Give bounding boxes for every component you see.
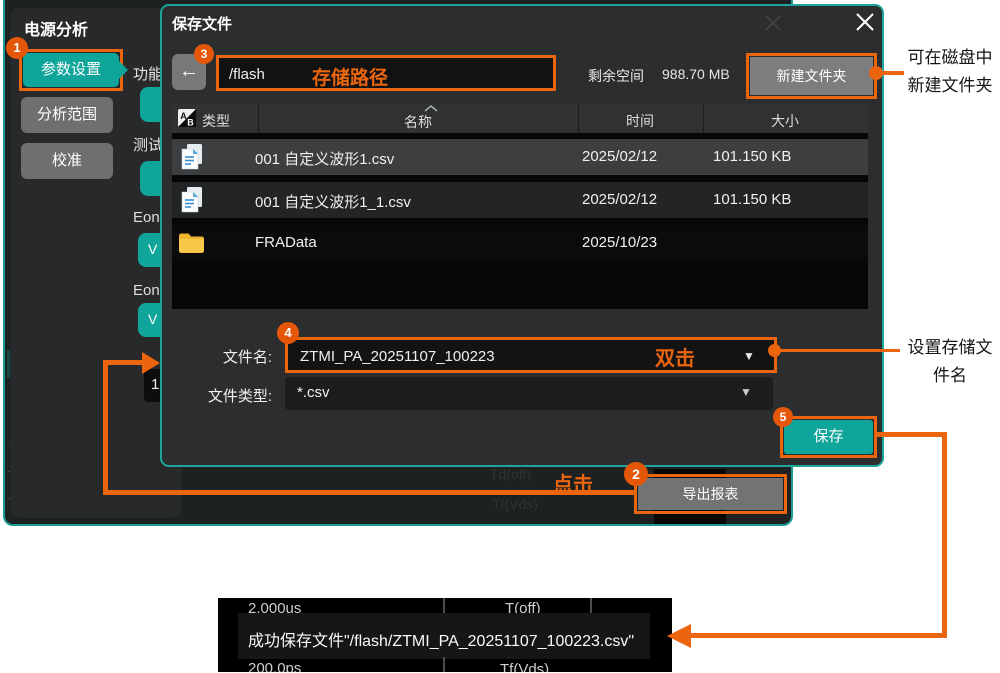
new-folder-note-line2: 新建文件夹: [900, 72, 1000, 100]
analysis-range-button[interactable]: 分析范围: [21, 97, 113, 133]
step-badge-3: 3: [194, 44, 214, 64]
path-value: /flash: [229, 66, 265, 83]
new-folder-label: 新建文件夹: [777, 68, 847, 84]
filename-label: 文件名:: [190, 346, 272, 367]
calibration-label: 校准: [52, 152, 82, 169]
background-threshold-value: 1: [151, 376, 159, 393]
connector-save-bottom: [690, 633, 947, 638]
filename-note-line1: 设置存储文: [898, 334, 1000, 362]
calibration-button[interactable]: 校准: [21, 143, 113, 179]
filename-field[interactable]: ZTMI_PA_20251107_100223 ▼: [285, 337, 777, 373]
file-time: 2025/10/23: [582, 234, 657, 251]
file-name: FRAData: [255, 234, 317, 251]
connector-save-vertical: [942, 432, 947, 636]
file-size: 101.150 KB: [713, 191, 791, 208]
dropdown-icon[interactable]: ▼: [743, 349, 755, 363]
file-time: 2025/02/12: [582, 148, 657, 165]
panel-title: 电源分析: [24, 16, 88, 40]
step-badge-5: 5: [773, 407, 793, 427]
table-row[interactable]: 001 自定义波形1_1.csv 2025/02/12 101.150 KB: [172, 182, 868, 218]
new-folder-note: 可在磁盘中 新建文件夹: [900, 44, 1000, 100]
dropdown-icon[interactable]: ▼: [740, 385, 752, 399]
background-pill-value: V: [148, 241, 157, 257]
filetype-value: *.csv: [297, 384, 330, 401]
header-time[interactable]: 时间: [626, 111, 654, 131]
toast-partial-bottom-right: Tf(Vds): [500, 661, 549, 672]
param-settings-button[interactable]: 参数设置: [23, 53, 119, 87]
background-row-label: Td(off): [490, 466, 531, 482]
save-button[interactable]: 保存: [784, 420, 873, 454]
table-row[interactable]: 001 自定义波形1.csv 2025/02/12 101.150 KB: [172, 139, 868, 175]
header-type[interactable]: 类型: [202, 111, 230, 131]
background-eon-label: Eon: [133, 282, 160, 299]
export-report-label: 导出报表: [683, 486, 739, 502]
path-annotation: 存储路径: [312, 63, 388, 90]
background-eon-label: Eon: [133, 209, 160, 226]
analysis-range-label: 分析范围: [37, 106, 97, 123]
background-func-label: 功能: [133, 63, 163, 84]
toast-message: 成功保存文件"/flash/ZTMI_PA_20251107_100223.cs…: [248, 627, 634, 651]
new-folder-note-line1: 可在磁盘中: [900, 44, 1000, 72]
back-arrow-icon: ←: [179, 60, 199, 82]
sort-asc-icon: [424, 105, 438, 112]
filetype-label: 文件类型:: [175, 385, 272, 406]
file-table-body: 001 自定义波形1.csv 2025/02/12 101.150 KB 001…: [172, 133, 868, 309]
step-badge-4: 4: [277, 322, 299, 344]
background-pill-value: V: [148, 311, 157, 327]
sort-type-icon[interactable]: A B: [178, 109, 196, 127]
filename-annotation: 双击: [655, 342, 695, 371]
dialog-title: 保存文件: [172, 13, 232, 34]
folder-icon: [178, 232, 204, 254]
header-name[interactable]: 名称: [404, 112, 432, 132]
toast-message-box: 成功保存文件"/flash/ZTMI_PA_20251107_100223.cs…: [238, 613, 650, 659]
connector-export-horizontal: [103, 490, 637, 495]
filetype-field[interactable]: *.csv ▼: [285, 377, 773, 410]
file-icon: [180, 186, 204, 214]
background-test-label: 测试: [133, 134, 163, 155]
table-row[interactable]: FRAData 2025/10/23: [172, 225, 868, 261]
free-space-value: 988.70 MB: [662, 66, 730, 82]
step-badge-1: 1: [6, 37, 28, 59]
column-divider: [703, 104, 704, 133]
step-badge-2: 2: [624, 462, 648, 486]
toast-divider: [590, 598, 592, 613]
background-row-label: Tf(Vds): [492, 496, 538, 512]
file-time: 2025/02/12: [582, 191, 657, 208]
export-arrowhead-icon: [142, 352, 160, 374]
save-label: 保存: [813, 428, 843, 445]
param-settings-label: 参数设置: [41, 61, 101, 78]
export-report-button[interactable]: 导出报表: [638, 478, 783, 510]
close-icon[interactable]: [855, 12, 875, 32]
file-name: 001 自定义波形1.csv: [255, 148, 394, 169]
header-size[interactable]: 大小: [771, 111, 799, 131]
svg-text:A: A: [180, 111, 187, 121]
file-table-header: A B 类型 名称 时间 大小: [172, 104, 868, 133]
toast-divider: [443, 657, 445, 672]
connector-export-vertical: [103, 360, 108, 495]
toast-arrowhead-icon: [667, 624, 691, 648]
column-divider: [578, 104, 579, 133]
svg-text:B: B: [187, 118, 194, 128]
toast-partial-bottom-left: 200.0ps: [248, 660, 301, 672]
toast-divider: [443, 598, 445, 613]
filename-note: 设置存储文 件名: [898, 334, 1000, 390]
filename-value: ZTMI_PA_20251107_100223: [300, 348, 495, 365]
file-name: 001 自定义波形1_1.csv: [255, 191, 411, 212]
connector-filename-line: [778, 349, 900, 352]
connector-export-stem: [106, 360, 144, 365]
toast-strip: 2.000us T(off) 成功保存文件"/flash/ZTMI_PA_202…: [218, 598, 672, 672]
filename-note-line2: 件名: [898, 362, 1000, 390]
file-size: 101.150 KB: [713, 148, 791, 165]
new-folder-button[interactable]: 新建文件夹: [750, 57, 873, 95]
column-divider: [258, 104, 259, 133]
file-icon: [180, 143, 204, 171]
free-space-label: 剩余空间: [588, 66, 644, 86]
connector-save-top: [877, 432, 947, 437]
background-close-icon: [764, 14, 782, 32]
param-settings-notch: [119, 61, 128, 79]
